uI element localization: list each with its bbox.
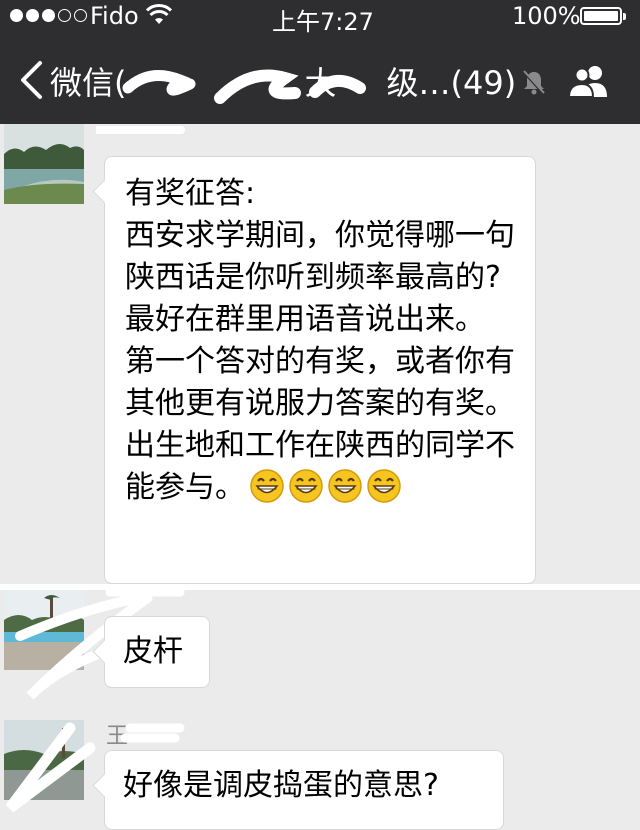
grinning-face-icon bbox=[328, 469, 362, 503]
top-bar: Fido 上午7:27 100% 微信(大级…(49) bbox=[0, 0, 640, 124]
redaction-scribble bbox=[122, 69, 366, 104]
message-bubble[interactable]: 皮杆 bbox=[104, 616, 210, 688]
message-text-line: 第一个答对的有奖，或者你有其他更有说服力答案的有奖。 bbox=[125, 344, 515, 421]
people-icon[interactable] bbox=[565, 64, 613, 98]
message-bubble[interactable]: 好像是调皮捣蛋的意思? bbox=[104, 750, 504, 830]
message-item: 有奖征答: 西安求学期间，你觉得哪一句陕西话是你听到频率最高的?最好在群里用语音… bbox=[0, 124, 640, 584]
title-tail: 级…(49) bbox=[386, 64, 517, 102]
message-text-line: 有奖征答: bbox=[125, 176, 256, 211]
carrier-name: Fido bbox=[90, 2, 139, 30]
grinning-face-icon bbox=[250, 469, 284, 503]
chat-area[interactable]: 有奖征答: 西安求学期间，你觉得哪一句陕西话是你听到频率最高的?最好在群里用语音… bbox=[0, 124, 640, 830]
battery-icon bbox=[580, 7, 626, 25]
grinning-face-icon bbox=[289, 469, 323, 503]
status-bar: Fido 上午7:27 100% bbox=[0, 0, 640, 36]
bell-slash-icon bbox=[522, 70, 546, 96]
message-text-line: 出生地和工作在陕西的同学不能参与。 bbox=[125, 425, 517, 509]
message-text: 皮杆 bbox=[123, 634, 183, 669]
battery-percentage: 100% bbox=[512, 2, 581, 30]
redaction-scribble bbox=[96, 126, 185, 134]
message-text-line: 西安求学期间，你觉得哪一句陕西话是你听到频率最高的?最好在群里用语音说出来。 bbox=[125, 218, 515, 337]
avatar[interactable] bbox=[4, 124, 84, 204]
message-item: 王 好像是调皮捣蛋的意思? bbox=[0, 714, 640, 830]
message-bubble[interactable]: 有奖征答: 西安求学期间，你觉得哪一句陕西话是你听到频率最高的?最好在群里用语音… bbox=[104, 156, 536, 584]
message-text: 好像是调皮捣蛋的意思? bbox=[123, 768, 439, 803]
chevron-left-icon[interactable] bbox=[18, 60, 44, 100]
signal-strength-icon bbox=[10, 9, 87, 22]
message-item: 皮杆 bbox=[0, 587, 640, 700]
back-label[interactable]: 微信( bbox=[50, 58, 127, 104]
status-time: 上午7:27 bbox=[272, 8, 374, 36]
grinning-face-icon bbox=[367, 469, 401, 503]
wifi-icon bbox=[146, 4, 172, 24]
